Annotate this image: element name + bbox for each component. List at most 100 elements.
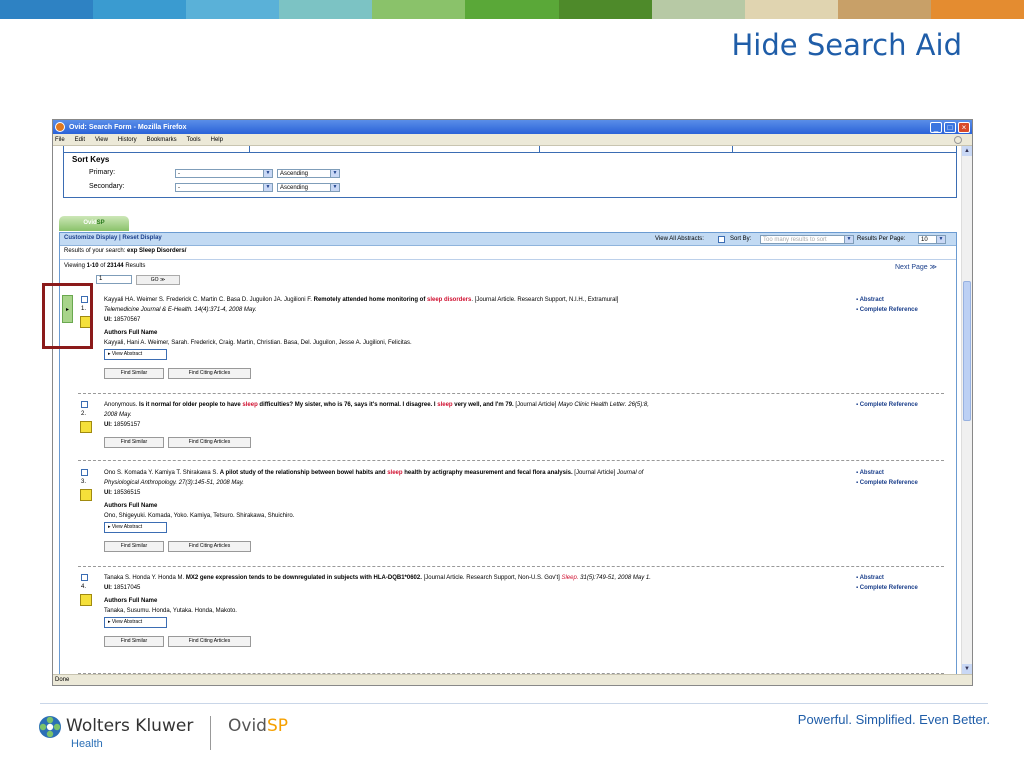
find-similar-button[interactable]: Find Similar <box>104 368 164 379</box>
minimize-button[interactable]: _ <box>930 121 942 133</box>
banner-segment <box>186 0 280 19</box>
view-abstract-button[interactable]: ▸ View Abstract <box>104 522 167 533</box>
find-citing-articles-button[interactable]: Find Citing Articles <box>168 368 251 379</box>
find-citing-articles-button[interactable]: Find Citing Articles <box>168 541 251 552</box>
vertical-scrollbar[interactable]: ▲ ▼ <box>961 146 972 674</box>
ui-label: UI: <box>104 317 112 323</box>
record-separator <box>78 393 944 394</box>
menu-history[interactable]: History <box>118 137 137 143</box>
sort-by-label: Sort By: <box>730 236 752 242</box>
record-pubtype: [Journal Article. Research Support, Non-… <box>423 575 560 581</box>
menu-view[interactable]: View <box>95 137 108 143</box>
abstract-link[interactable]: ▪ Abstract <box>856 295 918 305</box>
find-citing-articles-button[interactable]: Find Citing Articles <box>168 636 251 647</box>
authors-full-name-heading: Authors Full Name <box>104 330 158 336</box>
view-abstract-button[interactable]: ▸ View Abstract <box>104 349 167 360</box>
per-page-value: 10 <box>921 237 928 243</box>
reset-display-link[interactable]: Reset Display <box>122 235 161 241</box>
menu-help[interactable]: Help <box>211 137 223 143</box>
primary-order-select[interactable]: Ascending ▼ <box>277 169 340 178</box>
record-title: difficulties? My sister, who is 76, says… <box>259 402 436 408</box>
menu-bookmarks[interactable]: Bookmarks <box>147 137 177 143</box>
record-checkbox[interactable] <box>81 574 88 581</box>
complete-reference-link[interactable]: ▪ Complete Reference <box>856 400 918 410</box>
record-separator <box>78 460 944 461</box>
record-checkbox[interactable] <box>81 401 88 408</box>
record-links: ▪ Abstract ▪ Complete Reference <box>856 573 918 593</box>
product-name: OvidSP <box>228 716 288 736</box>
record-pubtype: [Journal Article] <box>574 470 616 476</box>
record-authors: Ono S. Komada Y. Kamiya T. Shirakawa S. <box>104 470 219 476</box>
throbber-icon <box>954 135 962 144</box>
secondary-sort-select[interactable]: - ▼ <box>175 183 273 192</box>
view-abstract-button[interactable]: ▸ View Abstract <box>104 617 167 628</box>
find-similar-button[interactable]: Find Similar <box>104 541 164 552</box>
ui-label: UI: <box>104 490 112 496</box>
find-similar-button[interactable]: Find Similar <box>104 437 164 448</box>
menu-bar: File Edit View History Bookmarks Tools H… <box>53 134 972 146</box>
menu-file[interactable]: File <box>55 137 65 143</box>
note-icon[interactable] <box>80 421 92 433</box>
result-record-4: 4. Tanaka S. Honda Y. Honda M. MX2 gene … <box>78 573 944 663</box>
authors-full-name: Kayyali, Hani A. Weimer, Sarah. Frederic… <box>104 340 412 346</box>
record-links: ▪ Complete Reference <box>856 400 918 410</box>
secondary-sort-value: - <box>178 185 180 191</box>
per-page-select[interactable]: 10 ▼ <box>918 235 946 244</box>
go-button[interactable]: GO ≫ <box>136 275 180 285</box>
next-page-link[interactable]: Next Page ≫ <box>895 263 937 271</box>
maximize-button[interactable]: □ <box>944 121 956 133</box>
note-icon[interactable] <box>80 594 92 606</box>
record-title: very well, and I'm 79. <box>454 402 514 408</box>
record-title: Remotely attended home monitoring of <box>313 297 426 303</box>
primary-sort-select[interactable]: - ▼ <box>175 169 273 178</box>
abstract-link[interactable]: ▪ Abstract <box>856 573 918 583</box>
record-number: 3. <box>81 479 87 485</box>
find-similar-button[interactable]: Find Similar <box>104 636 164 647</box>
scroll-down-icon[interactable]: ▼ <box>962 664 972 674</box>
record-pubtype: . [Journal Article. Research Support, N.… <box>471 297 619 303</box>
banner-segment <box>930 0 1024 19</box>
primary-sort-value: - <box>178 171 180 177</box>
field-divider <box>249 146 250 152</box>
scroll-up-icon[interactable]: ▲ <box>962 146 972 156</box>
abstract-link[interactable]: ▪ Abstract <box>856 468 918 478</box>
customize-display-link[interactable]: Customize Display <box>64 235 117 241</box>
company-name: Wolters Kluwer <box>66 716 194 736</box>
scrollbar-thumb[interactable] <box>963 281 971 421</box>
product-suffix: SP <box>266 716 289 736</box>
record-title-highlight: sleep <box>242 402 258 408</box>
chevron-down-icon: ▼ <box>263 170 272 177</box>
per-page-label: Results Per Page: <box>857 236 906 242</box>
record-source-highlight: Sleep. <box>561 575 579 581</box>
complete-reference-link[interactable]: ▪ Complete Reference <box>856 305 918 315</box>
menu-tools[interactable]: Tools <box>187 137 201 143</box>
complete-reference-link[interactable]: ▪ Complete Reference <box>856 583 918 593</box>
record-source: Mayo Clinic Health Letter. 26(5):8, <box>558 402 649 408</box>
record-ui: 18517045 <box>113 585 141 591</box>
ui-label: UI: <box>104 422 112 428</box>
complete-reference-link[interactable]: ▪ Complete Reference <box>856 478 918 488</box>
record-checkbox[interactable] <box>81 469 88 476</box>
record-title-highlight: sleep <box>437 402 453 408</box>
record-ui: 18595157 <box>113 422 141 428</box>
find-citing-articles-button[interactable]: Find Citing Articles <box>168 437 251 448</box>
search-label: Results of your search: <box>64 248 126 254</box>
browser-title: Ovid: Search Form - Mozilla Firefox <box>69 123 187 131</box>
ovidsp-tab[interactable]: OvidSP <box>59 216 129 231</box>
record-links: ▪ Abstract ▪ Complete Reference <box>856 295 918 315</box>
sort-by-select[interactable]: Too many results to sort ▼ <box>760 235 854 244</box>
close-button[interactable]: × <box>958 121 970 133</box>
link-divider: | <box>119 235 121 241</box>
result-record-1: 1. Kayyali HA. Weimer S. Frederick C. Ma… <box>78 295 944 380</box>
view-all-abstracts-checkbox[interactable] <box>718 236 725 243</box>
authors-full-name: Ono, Shigeyuki. Komada, Yoko. Kamiya, Te… <box>104 513 295 519</box>
chevron-down-icon: ▼ <box>263 184 272 191</box>
search-query: exp Sleep Disorders/ <box>127 248 187 254</box>
menu-edit[interactable]: Edit <box>75 137 85 143</box>
goto-page-input[interactable]: 1 <box>96 275 132 284</box>
ui-label: UI: <box>104 585 112 591</box>
note-icon[interactable] <box>80 489 92 501</box>
record-separator <box>78 566 944 567</box>
secondary-order-select[interactable]: Ascending ▼ <box>277 183 340 192</box>
record-source-date: 2008 May. <box>104 412 132 418</box>
